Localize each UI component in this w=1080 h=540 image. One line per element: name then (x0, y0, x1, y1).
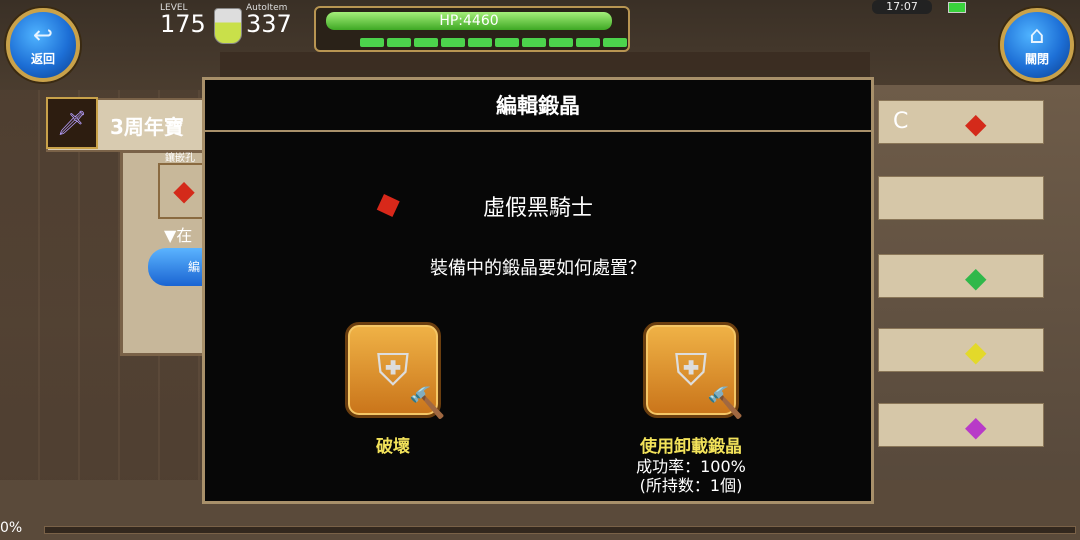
home-icon: ⌂ (1029, 21, 1045, 49)
mp-segment (522, 38, 546, 47)
back-button[interactable]: ↩ 返回 (6, 8, 80, 82)
yellow-crystal-icon: ◆ (965, 335, 987, 368)
hp-mp-frame: HP:4460 (314, 6, 630, 52)
level-value: 175 (160, 10, 206, 38)
equip-indicator: ▼在 (164, 226, 193, 245)
unload-label: 使用卸載鍛晶 (640, 437, 742, 457)
mp-segment (549, 38, 573, 47)
level-display: LEVEL 175 (160, 3, 206, 47)
destroy-button[interactable]: ⛨ 🔨 破壞 (293, 322, 493, 457)
mp-segments (360, 38, 627, 47)
purple-crystal-icon: ◆ (965, 410, 987, 443)
mp-segment (603, 38, 627, 47)
row-letter: C (893, 109, 909, 134)
mp-segment (414, 38, 438, 47)
slot-label: 鑲嵌孔 (165, 153, 195, 164)
back-label: 返回 (30, 52, 55, 66)
hammer-icon: 🔨 (706, 386, 744, 421)
progress-track (44, 526, 1076, 534)
battery-icon (948, 2, 966, 13)
mp-segment (360, 38, 384, 47)
crystal-row[interactable]: C ◆ (878, 100, 1044, 144)
back-arrow-icon: ↩ (32, 21, 54, 49)
flask-icon (214, 8, 242, 44)
mp-segment (576, 38, 600, 47)
ceiling-beam (220, 52, 870, 80)
mp-segment (387, 38, 411, 47)
green-crystal-icon: ◆ (965, 261, 987, 294)
hp-bar: HP:4460 (326, 12, 612, 30)
crystal-row[interactable]: ◆ (878, 328, 1044, 372)
autoitem-value: 337 (246, 10, 292, 38)
owned-count: (所持数：1個) (639, 476, 743, 495)
mp-segment (495, 38, 519, 47)
edit-crystal-dialog: 編輯鍛晶 ◆ 虛假黑騎士 裝備中的鍛晶要如何處置？ ⛨ 🔨 破壞 ⛨ 🔨 使用卸載鍛… (202, 77, 874, 504)
red-crystal-icon: ◆ (965, 107, 987, 140)
success-rate: 成功率：100% (636, 457, 746, 476)
mp-segment (441, 38, 465, 47)
item-title: 3周年寶 (110, 115, 184, 139)
armor-icon[interactable]: ⛨ 🔨 (345, 322, 446, 421)
close-label: 關閉 (1024, 52, 1049, 66)
sword-icon[interactable]: 🗡 (46, 97, 98, 149)
crystal-name: 虛假黑騎士 (482, 196, 593, 221)
hp-text: HP:4460 (439, 13, 499, 29)
close-button[interactable]: ⌂ 關閉 (1000, 8, 1074, 82)
crystal-row[interactable]: ◆ (878, 254, 1044, 298)
crystal-row[interactable]: ◆ (878, 403, 1044, 447)
destroy-label: 破壞 (376, 437, 410, 457)
autoitem-display: AutoItem 337 (246, 3, 292, 47)
crystal-row[interactable] (878, 176, 1044, 220)
unload-crystal-button[interactable]: ⛨ 🔨 使用卸載鍛晶 成功率：100% (所持数：1個) (591, 322, 791, 495)
mp-segment (468, 38, 492, 47)
dialog-title-bar: 編輯鍛晶 (205, 80, 871, 132)
clock: 17:07 (872, 0, 932, 14)
armor-icon[interactable]: ⛨ 🔨 (643, 322, 744, 421)
dialog-question: 裝備中的鍛晶要如何處置？ (430, 258, 646, 279)
dialog-title: 編輯鍛晶 (496, 94, 580, 118)
hammer-icon: 🔨 (408, 386, 446, 421)
right-wall (870, 85, 1080, 530)
progress-percent: 0% (0, 520, 23, 536)
